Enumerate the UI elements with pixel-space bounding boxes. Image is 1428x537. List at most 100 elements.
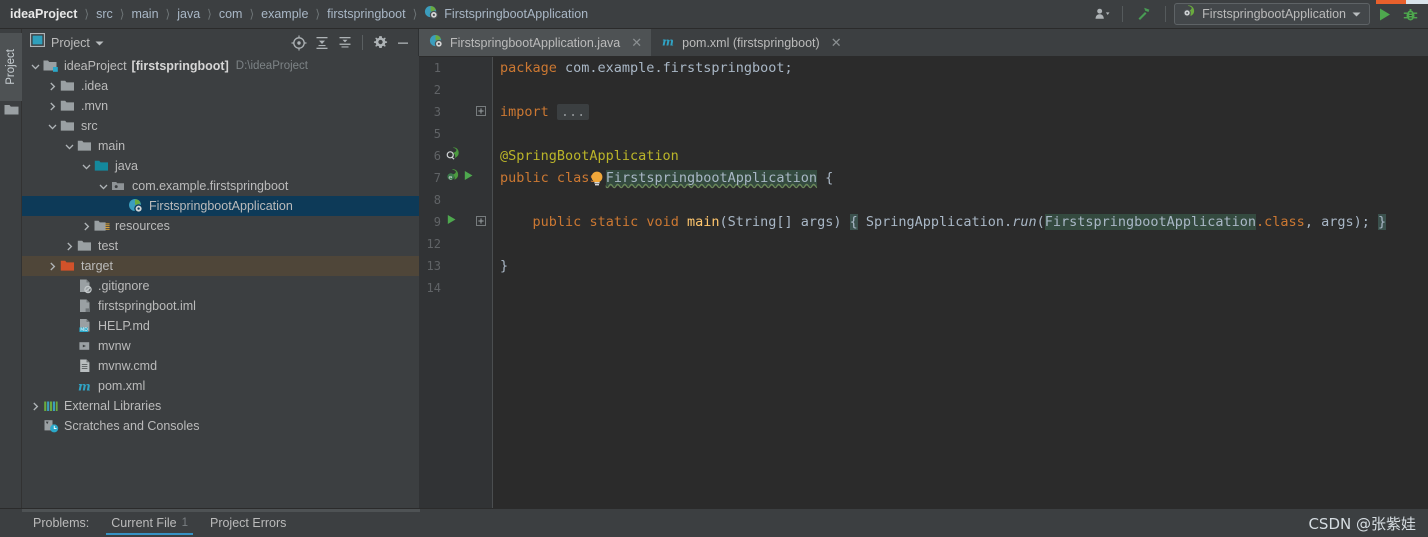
tree-node-mvn[interactable]: .mvn xyxy=(22,96,419,116)
breadcrumb-item-java[interactable]: java xyxy=(176,7,201,21)
editor-tab-java[interactable]: FirstspringbootApplication.java ✕ xyxy=(419,29,652,56)
breadcrumb: ideaProject ⟩ src ⟩ main ⟩ java ⟩ com ⟩ … xyxy=(0,0,589,28)
breadcrumb-item-class[interactable]: FirstspringbootApplication xyxy=(423,5,589,23)
tree-node-com-example-firstspringboot[interactable]: com.example.firstspringboot xyxy=(22,176,419,196)
toolbar-divider xyxy=(1165,6,1167,22)
breadcrumb-item-com[interactable]: com xyxy=(218,7,244,21)
chevron-right-icon[interactable] xyxy=(47,261,58,272)
gutter-line: 8 xyxy=(419,189,493,211)
gutter-icons[interactable] xyxy=(445,146,460,166)
chevron-right-icon[interactable] xyxy=(47,101,58,112)
breadcrumb-item-example[interactable]: example xyxy=(260,7,309,21)
tree-node-target[interactable]: target xyxy=(22,256,419,276)
tree-node-mvnw[interactable]: mvnw xyxy=(22,336,419,356)
breadcrumb-item-src[interactable]: src xyxy=(95,7,114,21)
chevron-down-icon[interactable] xyxy=(1352,5,1361,23)
tree-node-ideaproject[interactable]: ideaProject [firstspringboot] D:\ideaProje… xyxy=(22,56,419,76)
tree-node-mvnw-cmd[interactable]: mvnw.cmd xyxy=(22,356,419,376)
keyword-static: static xyxy=(589,214,639,230)
tree-node-help-md[interactable]: MD HELP.md xyxy=(22,316,419,336)
gutter-line: 9 xyxy=(419,211,493,233)
gutter-icons[interactable]: e xyxy=(445,168,475,188)
keyword-import: import xyxy=(500,104,549,120)
run-configuration-selector[interactable]: FirstspringbootApplication xyxy=(1174,3,1370,25)
folded-body-close-brace[interactable]: } xyxy=(1378,214,1387,230)
code-editor[interactable]: 1 2 3 5 6 7 e 8 9 12 13 14 package com.e… xyxy=(419,57,1428,508)
code-text[interactable]: package com.example.firstspringboot; imp… xyxy=(493,57,1428,508)
breadcrumb-separator: ⟩ xyxy=(119,7,125,21)
tree-node-firstspringboot-iml[interactable]: firstspringboot.iml xyxy=(22,296,419,316)
project-panel-header: Project xyxy=(22,29,418,56)
editor-gutter[interactable]: 1 2 3 5 6 7 e 8 9 12 13 14 xyxy=(419,57,493,508)
tool-window-tab-project[interactable]: Project xyxy=(0,33,22,101)
user-profile-icon[interactable] xyxy=(1090,2,1114,26)
tree-node-label: External Libraries xyxy=(64,399,162,413)
expand-all-icon[interactable] xyxy=(311,32,333,54)
chevron-right-icon[interactable] xyxy=(47,81,58,92)
tree-node-test[interactable]: test xyxy=(22,236,419,256)
collapse-all-icon[interactable] xyxy=(334,32,356,54)
cmd-file-icon xyxy=(77,358,93,374)
chevron-down-icon[interactable] xyxy=(98,181,109,192)
line-number: 7 xyxy=(433,171,441,185)
chevron-right-icon[interactable] xyxy=(64,241,75,252)
tree-node-scratches-and-consoles[interactable]: Scratches and Consoles xyxy=(22,416,419,436)
tree-node-external-libraries[interactable]: External Libraries xyxy=(22,396,419,416)
spring-bean-search-icon[interactable] xyxy=(445,146,460,166)
build-hammer-icon[interactable] xyxy=(1131,2,1157,26)
class-close-brace: } xyxy=(500,258,509,274)
run-button[interactable] xyxy=(1372,2,1396,26)
tree-node-src[interactable]: src xyxy=(22,116,419,136)
springapplication-ref: SpringApplication xyxy=(865,214,1005,230)
chevron-down-icon[interactable] xyxy=(30,61,41,72)
tree-node-java[interactable]: java xyxy=(22,156,419,176)
keyword-void: void xyxy=(646,214,679,230)
spring-bean-icon[interactable]: e xyxy=(445,168,460,188)
chevron-down-icon[interactable] xyxy=(81,161,92,172)
svg-text:e: e xyxy=(448,173,452,181)
tree-node-main[interactable]: main xyxy=(22,136,419,156)
open-brace: { xyxy=(825,170,834,186)
project-tree[interactable]: ideaProject [firstspringboot] D:\ideaProje… xyxy=(22,56,419,508)
tree-node-label: test xyxy=(98,239,119,253)
tree-node-idea[interactable]: .idea xyxy=(22,76,419,96)
close-icon[interactable]: ✕ xyxy=(831,35,842,51)
tab-current-file[interactable]: Current File 1 xyxy=(100,509,199,537)
breadcrumb-item-ideaProject[interactable]: ideaProject xyxy=(9,7,78,21)
tree-node-label: target xyxy=(81,259,113,273)
breadcrumb-item-main[interactable]: main xyxy=(130,7,159,21)
gutter-icons[interactable] xyxy=(445,213,458,231)
close-icon[interactable]: ✕ xyxy=(631,35,642,51)
tree-node-label: java xyxy=(115,159,138,173)
breadcrumb-item-firstspringboot[interactable]: firstspringboot xyxy=(326,7,407,21)
gutter-line: 5 xyxy=(419,123,493,145)
fold-expand-icon[interactable] xyxy=(476,103,486,121)
tree-node-resources[interactable]: resources xyxy=(22,216,419,236)
editor-tab-pom[interactable]: m pom.xml (firstspringboot) ✕ xyxy=(651,29,850,56)
debug-button[interactable] xyxy=(1398,2,1422,26)
chevron-down-icon[interactable] xyxy=(47,121,58,132)
tab-project-errors[interactable]: Project Errors xyxy=(199,509,297,537)
tree-node-pom-xml[interactable]: m pom.xml xyxy=(22,376,419,396)
fold-expand-icon[interactable] xyxy=(476,213,486,231)
intention-lightbulb-icon[interactable] xyxy=(508,148,605,216)
folded-body-open-brace[interactable]: { xyxy=(849,214,858,230)
line-number: 3 xyxy=(433,105,441,119)
chevron-right-icon[interactable] xyxy=(30,401,41,412)
tree-node-firstspringbootapplication[interactable]: FirstspringbootApplication xyxy=(22,196,419,216)
run-triangle-icon[interactable] xyxy=(445,213,458,231)
idea-window: ideaProject ⟩ src ⟩ main ⟩ java ⟩ com ⟩ … xyxy=(0,0,1428,537)
chevron-down-icon[interactable] xyxy=(95,34,104,52)
tree-node-gitignore[interactable]: .gitignore xyxy=(22,276,419,296)
folded-imports[interactable]: ... xyxy=(556,104,590,120)
chevron-right-icon[interactable] xyxy=(81,221,92,232)
minimize-icon[interactable] xyxy=(392,32,414,54)
locate-icon[interactable] xyxy=(288,32,310,54)
chevron-down-icon[interactable] xyxy=(64,141,75,152)
project-root-icon xyxy=(43,58,59,74)
gear-icon[interactable] xyxy=(369,32,391,54)
run-triangle-icon[interactable] xyxy=(462,169,475,187)
tree-node-label: src xyxy=(81,119,98,133)
method-params: (String[] args) xyxy=(719,214,842,230)
